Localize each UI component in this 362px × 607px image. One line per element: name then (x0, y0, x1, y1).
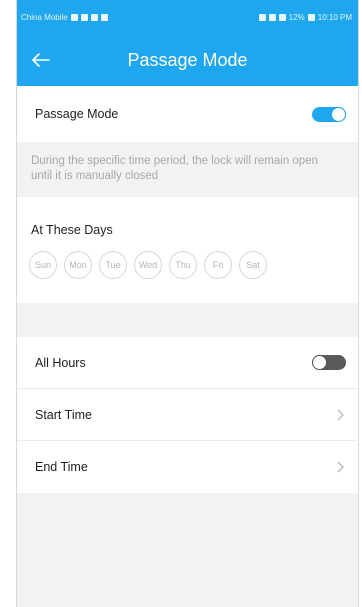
phone-screen: China Mobile 12% 10:10 PM Passage Mode P… (16, 0, 359, 607)
battery-percent: 12% (288, 12, 305, 22)
toggle-knob (331, 106, 346, 122)
start-time-row[interactable]: Start Time (17, 389, 358, 441)
status-bar: China Mobile 12% 10:10 PM (17, 0, 358, 34)
battery-icon (307, 13, 315, 21)
app-bar: Passage Mode (17, 34, 358, 86)
end-time-row[interactable]: End Time (17, 441, 358, 493)
back-button[interactable] (27, 47, 55, 73)
passage-mode-description: During the specific time period, the loc… (17, 142, 358, 197)
chevron-right-icon (334, 408, 346, 422)
status-left: China Mobile (21, 13, 108, 22)
arrow-left-icon (32, 53, 50, 67)
page-title: Passage Mode (127, 49, 248, 70)
toggle-knob (312, 355, 327, 370)
day-sat[interactable]: Sat (239, 251, 267, 279)
start-time-label: Start Time (35, 407, 92, 422)
passage-mode-toggle[interactable] (312, 106, 346, 122)
days-label: At These Days (31, 223, 113, 237)
passage-mode-row: Passage Mode (17, 86, 358, 142)
day-tue[interactable]: Tue (99, 251, 127, 279)
notification-icon (70, 13, 78, 21)
signal-icon (278, 13, 286, 21)
carrier-name: China Mobile (21, 12, 68, 22)
bluetooth-icon (258, 13, 266, 21)
schedule-list: All Hours Start Time End Time (17, 337, 358, 493)
day-thu[interactable]: Thu (169, 251, 197, 279)
notification-icon (90, 13, 98, 21)
status-time: 10:10 PM (317, 12, 352, 22)
all-hours-label: All Hours (35, 355, 86, 370)
passage-mode-label: Passage Mode (35, 107, 119, 121)
notification-icon (80, 13, 88, 21)
end-time-label: End Time (35, 460, 88, 474)
status-right: 12% 10:10 PM (258, 12, 352, 22)
day-mon[interactable]: Mon (64, 251, 92, 279)
notification-icon (100, 13, 108, 21)
all-hours-toggle[interactable] (312, 355, 346, 370)
day-wed[interactable]: Wed (134, 251, 162, 279)
chevron-right-icon (334, 460, 346, 474)
all-hours-row: All Hours (17, 337, 358, 389)
days-section: At These Days Sun Mon Tue Wed Thu Fri Sa… (17, 197, 358, 303)
day-fri[interactable]: Fri (204, 251, 232, 279)
day-sun[interactable]: Sun (29, 251, 57, 279)
day-selector: Sun Mon Tue Wed Thu Fri Sat (17, 251, 358, 279)
wifi-icon (268, 13, 276, 21)
